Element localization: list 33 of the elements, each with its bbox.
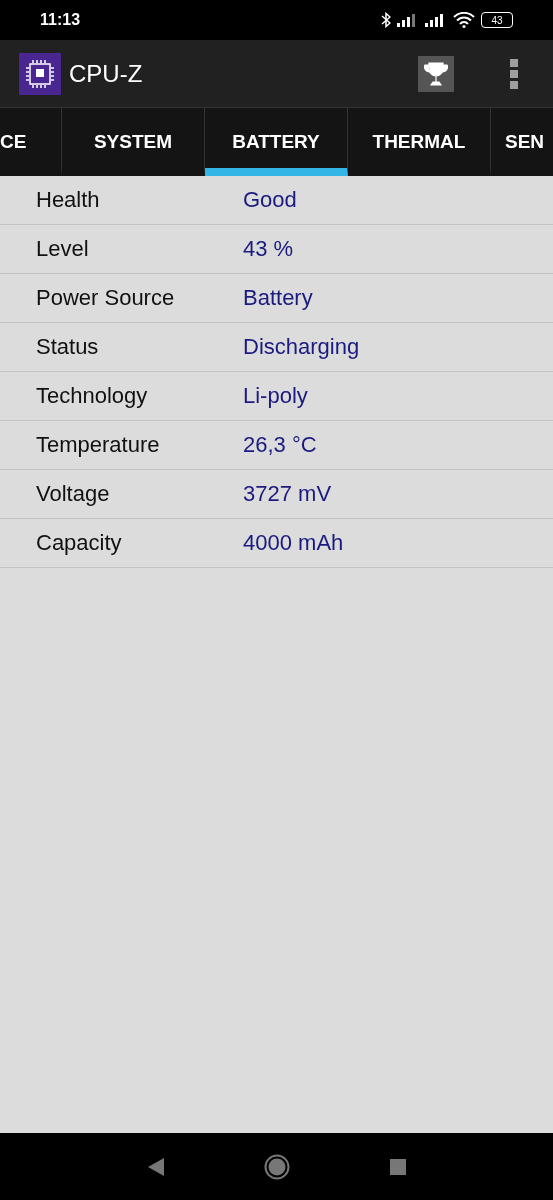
field-label: Capacity <box>35 530 123 556</box>
tab[interactable]: THERMAL <box>348 108 491 176</box>
tab[interactable]: CE <box>0 108 62 176</box>
back-icon[interactable] <box>147 1157 164 1176</box>
clock-time: 11:13 <box>40 11 81 29</box>
field-value: 43 % <box>243 236 294 262</box>
menu-icon[interactable] <box>510 58 518 89</box>
trophy-button[interactable] <box>418 55 454 92</box>
wifi-icon <box>453 12 475 28</box>
field-value: Good <box>243 187 297 213</box>
field-label: Power Source <box>35 285 176 311</box>
bluetooth-icon <box>381 12 391 28</box>
chip-icon <box>19 52 61 95</box>
field-value: Discharging <box>243 334 360 360</box>
field-value: Battery <box>243 285 313 311</box>
home-icon[interactable] <box>263 1153 290 1180</box>
field-value: 3727 mV <box>243 481 332 507</box>
recents-icon[interactable] <box>389 1158 406 1175</box>
field-label: Status <box>35 334 100 360</box>
field-value: 26,3 °C <box>243 432 317 458</box>
field-label: Level <box>35 236 90 262</box>
field-value: 4000 mAh <box>243 530 344 556</box>
tab[interactable]: BATTERY <box>205 108 348 176</box>
field-label: Temperature <box>35 432 161 458</box>
field-label: Voltage <box>35 481 111 507</box>
field-value: Li-poly <box>243 383 308 409</box>
field-label: Health <box>35 187 101 213</box>
app-title: CPU-Z <box>69 59 144 88</box>
battery-percent: 43 <box>491 14 503 26</box>
trophy-icon <box>424 60 448 87</box>
field-label: Technology <box>35 383 149 409</box>
tab[interactable]: SEN <box>491 108 553 176</box>
tab[interactable]: SYSTEM <box>62 108 205 176</box>
